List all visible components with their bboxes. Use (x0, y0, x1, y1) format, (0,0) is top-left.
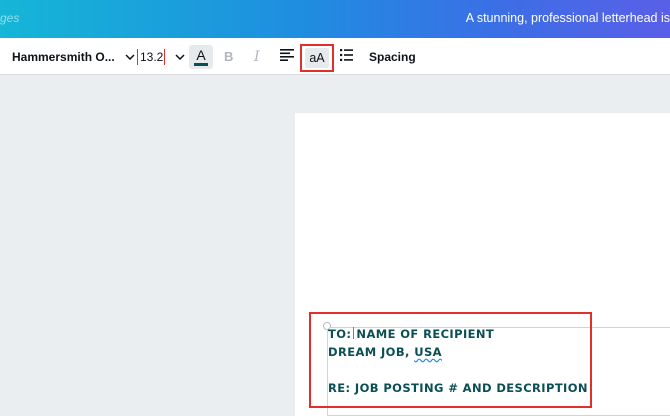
spacing-button[interactable]: Spacing (369, 38, 416, 75)
align-left-icon (280, 48, 294, 66)
italic-button[interactable]: I (254, 38, 260, 75)
list-icon (340, 48, 353, 66)
font-size-dropdown[interactable]: 13.2 (137, 38, 185, 75)
list-button[interactable] (340, 38, 353, 75)
chevron-down-icon (175, 53, 185, 60)
text-color-button[interactable]: A (189, 45, 213, 69)
text-cursor (137, 48, 138, 65)
font-family-dropdown[interactable]: Hammersmith O... (12, 38, 135, 75)
text-color-swatch (194, 63, 208, 66)
italic-icon: I (254, 48, 260, 65)
bold-button[interactable]: B (224, 38, 233, 75)
spacing-label: Spacing (369, 49, 416, 64)
highlight-box (309, 312, 592, 408)
letter-case-button[interactable]: aA (300, 44, 334, 72)
chevron-down-icon (125, 53, 135, 60)
letter-case-label: aA (305, 48, 329, 68)
bold-icon: B (224, 49, 234, 64)
font-family-value: Hammersmith O... (12, 49, 115, 64)
document-title[interactable]: A stunning, professional letterhead is (466, 11, 670, 25)
align-button[interactable] (280, 38, 294, 75)
text-color-letter: A (196, 47, 206, 63)
text-cursor (164, 48, 166, 65)
top-banner: ges A stunning, professional letterhead … (0, 0, 670, 38)
breadcrumb[interactable]: ges (0, 11, 19, 25)
font-size-input[interactable]: 13.2 (140, 50, 163, 64)
